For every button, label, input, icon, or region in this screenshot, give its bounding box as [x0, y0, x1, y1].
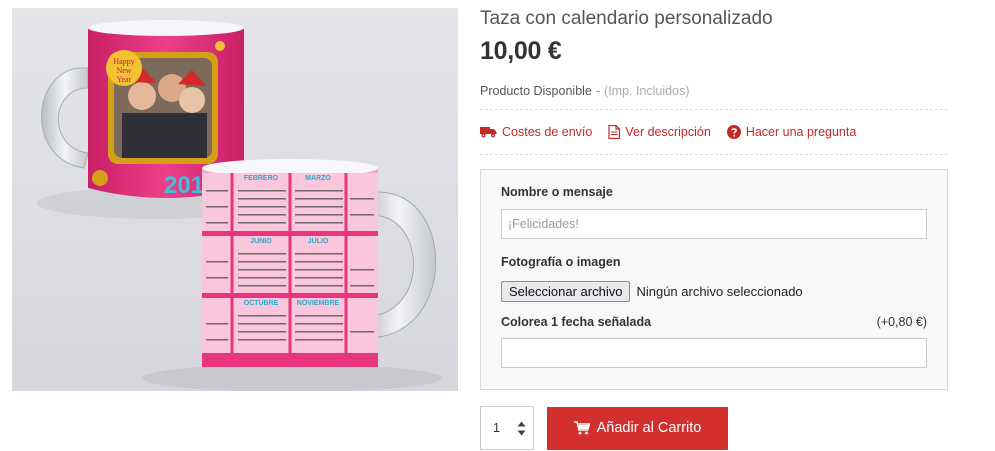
- product-info: Taza con calendario personalizado 10,00 …: [480, 0, 948, 450]
- stepper-arrows[interactable]: [517, 421, 526, 436]
- month-label-febrero: FEBRERO: [244, 175, 279, 182]
- date-label: Colorea 1 fecha señalada: [501, 315, 652, 329]
- cart-row: 1 Añadir al Carrito: [480, 406, 948, 450]
- month-label-junio: JUNIO: [250, 238, 272, 245]
- file-status: Ningún archivo seleccionado: [636, 284, 803, 299]
- month-label-marzo: MARZO: [305, 175, 331, 182]
- message-label: Nombre o mensaje: [501, 185, 613, 199]
- photo-field-label: Fotografía o imagen: [501, 254, 927, 270]
- availability-status: Producto Disponible: [480, 84, 592, 98]
- mug-photo: Happy New Year 2016 FEBRERO MARZO JUNIO …: [12, 8, 458, 391]
- chevron-up-icon[interactable]: [517, 421, 526, 427]
- quantity-value: 1: [493, 421, 500, 435]
- message-field-label: Nombre o mensaje: [501, 184, 927, 200]
- availability-separator: -: [595, 84, 601, 98]
- product-title: Taza con calendario personalizado: [480, 8, 773, 29]
- document-icon: [608, 125, 621, 139]
- greeting-text-2: New: [116, 66, 131, 75]
- file-upload: Seleccionar archivo Ningún archivo selec…: [501, 281, 927, 302]
- product-price: 10,00 €: [480, 37, 562, 65]
- date-field-label: Colorea 1 fecha señalada (+0,80 €): [501, 314, 927, 330]
- divider: [480, 154, 948, 155]
- greeting-text-1: Happy: [113, 57, 134, 66]
- shipping-costs-link[interactable]: Costes de envío: [480, 125, 592, 139]
- add-to-cart-label: Añadir al Carrito: [596, 420, 702, 436]
- view-description-label: Ver descripción: [625, 125, 711, 139]
- shipping-costs-label: Costes de envío: [502, 125, 593, 139]
- view-description-link[interactable]: Ver descripción: [608, 125, 711, 139]
- ask-question-label: Hacer una pregunta: [745, 125, 857, 139]
- tax-note: (Imp. Incluidos): [604, 84, 690, 98]
- quantity-stepper[interactable]: 1: [480, 406, 534, 450]
- customization-form: Nombre o mensaje Fotografía o imagen Sel…: [480, 169, 948, 390]
- info-links: Costes de envío Ver descripción Hacer un…: [480, 110, 948, 154]
- chevron-down-icon[interactable]: [517, 430, 526, 436]
- greeting-text-3: Year: [117, 75, 132, 84]
- truck-icon: [480, 126, 497, 138]
- photo-label: Fotografía o imagen: [501, 255, 621, 269]
- date-extra-price: (+0,80 €): [876, 315, 927, 329]
- question-circle-icon: [726, 125, 741, 139]
- ask-question-link[interactable]: Hacer una pregunta: [726, 125, 857, 139]
- product-image[interactable]: Happy New Year 2016 FEBRERO MARZO JUNIO …: [12, 8, 458, 391]
- date-input[interactable]: [501, 338, 927, 368]
- add-to-cart-button[interactable]: Añadir al Carrito: [547, 406, 728, 450]
- message-input[interactable]: [501, 209, 927, 239]
- cart-icon: [573, 421, 590, 435]
- month-label-octubre: OCTUBRE: [244, 300, 279, 307]
- select-file-button[interactable]: Seleccionar archivo: [501, 281, 631, 302]
- month-label-julio: JULIO: [308, 238, 329, 245]
- month-label-noviembre: NOVIEMBRE: [297, 300, 340, 307]
- availability-line: Producto Disponible - (Imp. Incluidos): [480, 83, 948, 99]
